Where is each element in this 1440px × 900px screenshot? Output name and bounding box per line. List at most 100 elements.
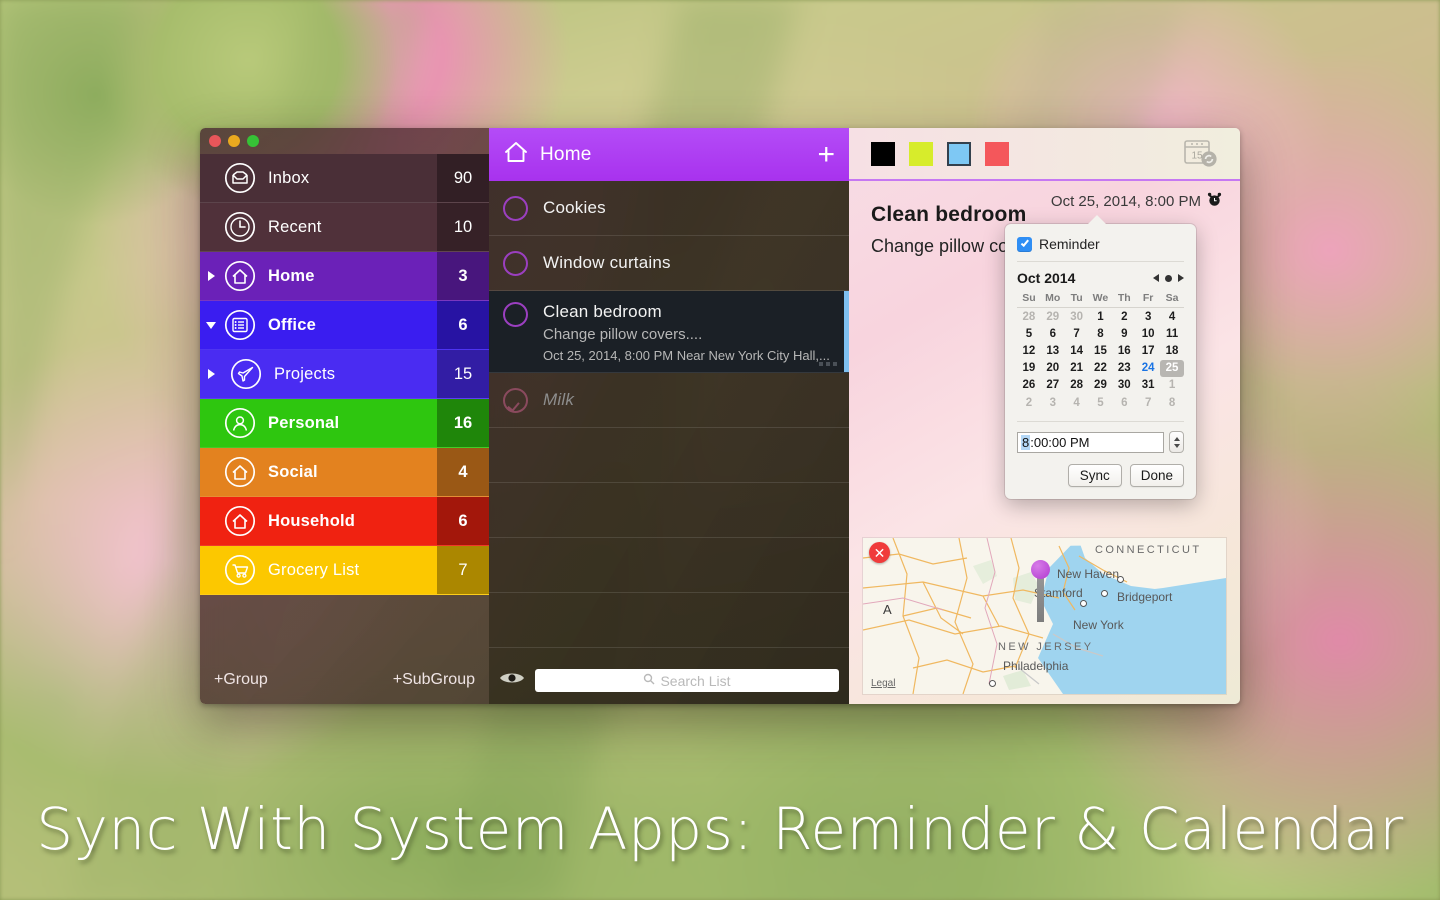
- today-dot-icon[interactable]: [1165, 274, 1172, 282]
- calendar-day[interactable]: 9: [1112, 325, 1136, 342]
- calendar-grid[interactable]: Su Mo Tu We Th Fr Sa 28 29 30 1 2 3 4 5 6 7 8 9 10 11 12 13 14…: [1017, 291, 1184, 411]
- calendar-day[interactable]: 28: [1017, 308, 1041, 326]
- eye-icon[interactable]: [499, 670, 525, 691]
- calendar-day[interactable]: 20: [1041, 360, 1065, 377]
- calendar-day[interactable]: 2: [1017, 394, 1041, 411]
- calendar-day[interactable]: 14: [1065, 342, 1089, 359]
- calendar-sync-icon[interactable]: 15: [1184, 139, 1218, 169]
- stepper-down-icon[interactable]: [1173, 443, 1180, 448]
- reminder-checkbox[interactable]: [1017, 236, 1032, 252]
- calendar-day[interactable]: 15: [1089, 342, 1113, 359]
- maximize-window-button[interactable]: [247, 135, 259, 147]
- sidebar-item-office[interactable]: Office 6: [200, 301, 489, 350]
- minimize-window-button[interactable]: [228, 135, 240, 147]
- color-swatch-red[interactable]: [985, 141, 1009, 166]
- calendar-day[interactable]: 19: [1017, 360, 1041, 377]
- task-overflow-dots-icon[interactable]: [819, 362, 837, 366]
- calendar-day[interactable]: 17: [1136, 342, 1160, 359]
- calendar-day[interactable]: 30: [1112, 377, 1136, 394]
- calendar-day[interactable]: 26: [1017, 377, 1041, 394]
- calendar-day[interactable]: 4: [1065, 394, 1089, 411]
- empty-task-row[interactable]: [489, 428, 849, 483]
- calendar-day[interactable]: 8: [1089, 325, 1113, 342]
- calendar-day[interactable]: 11: [1160, 325, 1184, 342]
- search-input[interactable]: Search List: [535, 669, 839, 692]
- calendar-day[interactable]: 2: [1112, 308, 1136, 326]
- add-task-button[interactable]: +: [817, 139, 835, 170]
- calendar-day[interactable]: 7: [1136, 394, 1160, 411]
- color-swatch-yellow[interactable]: [909, 141, 933, 166]
- calendar-day[interactable]: 12: [1017, 342, 1041, 359]
- calendar-day[interactable]: 18: [1160, 342, 1184, 359]
- calendar-day[interactable]: 28: [1065, 377, 1089, 394]
- sidebar-item-grocery-list[interactable]: Grocery List 7: [200, 546, 489, 595]
- task-checked-icon[interactable]: [503, 387, 528, 413]
- time-stepper[interactable]: [1169, 431, 1184, 454]
- calendar-day[interactable]: 5: [1017, 325, 1041, 342]
- time-hour-segment[interactable]: 8: [1021, 434, 1031, 450]
- calendar-day[interactable]: 29: [1041, 308, 1065, 326]
- calendar-day-today[interactable]: 24: [1136, 360, 1160, 377]
- calendar-day[interactable]: 6: [1041, 325, 1065, 342]
- task-row[interactable]: Milk: [489, 373, 849, 428]
- sidebar-item-inbox[interactable]: Inbox 90: [200, 154, 489, 203]
- task-checkbox-icon[interactable]: [503, 250, 528, 276]
- task-row[interactable]: Clean bedroom Change pillow covers.... Oct…: [489, 291, 849, 373]
- task-row[interactable]: Cookies: [489, 181, 849, 236]
- empty-task-row[interactable]: [489, 593, 849, 648]
- map-legal-link[interactable]: Legal: [871, 678, 895, 689]
- sidebar-item-projects[interactable]: Projects 15: [200, 350, 489, 399]
- calendar-day[interactable]: 16: [1112, 342, 1136, 359]
- done-button[interactable]: Done: [1129, 464, 1184, 488]
- calendar-day[interactable]: 31: [1136, 377, 1160, 394]
- calendar-day[interactable]: 5: [1089, 394, 1113, 411]
- calendar-day[interactable]: 22: [1089, 360, 1113, 377]
- calendar-day[interactable]: 1: [1160, 377, 1184, 394]
- calendar-day[interactable]: 30: [1065, 308, 1089, 326]
- add-group-button[interactable]: +Group: [214, 671, 268, 689]
- reminder-toggle-row[interactable]: Reminder: [1017, 234, 1184, 262]
- sidebar-item-personal[interactable]: Personal 16: [200, 399, 489, 448]
- color-swatch-black[interactable]: [871, 141, 895, 166]
- empty-task-row[interactable]: [489, 538, 849, 593]
- task-checkbox-icon[interactable]: [503, 195, 528, 221]
- calendar-day[interactable]: 4: [1160, 308, 1184, 326]
- calendar-day[interactable]: 3: [1041, 394, 1065, 411]
- close-window-button[interactable]: [209, 135, 221, 147]
- person-icon: [224, 407, 256, 439]
- calendar-day[interactable]: 1: [1089, 308, 1113, 326]
- chevron-down-icon[interactable]: [200, 321, 222, 329]
- close-icon[interactable]: ✕: [869, 542, 890, 563]
- stepper-up-icon[interactable]: [1173, 436, 1180, 441]
- sidebar-item-home[interactable]: Home 3: [200, 252, 489, 301]
- calendar-day-selected[interactable]: 25: [1160, 359, 1184, 377]
- map-preview[interactable]: ✕ A CONNECTICUT New Haven Stamford Bridgepo…: [863, 538, 1226, 694]
- time-input[interactable]: 8:00:00 PM: [1017, 431, 1164, 453]
- calendar-day[interactable]: 6: [1112, 394, 1136, 411]
- chevron-right-icon[interactable]: [200, 271, 222, 281]
- color-swatch-blue[interactable]: [947, 141, 971, 166]
- task-checkbox-icon[interactable]: [503, 302, 528, 327]
- calendar-day[interactable]: 13: [1041, 342, 1065, 359]
- calendar-day[interactable]: 29: [1089, 377, 1113, 394]
- calendar-day[interactable]: 21: [1065, 360, 1089, 377]
- prev-month-arrow-icon[interactable]: [1153, 274, 1159, 282]
- time-rest-segment[interactable]: :00:00 PM: [1030, 435, 1089, 450]
- sidebar-item-social[interactable]: Social 4: [200, 448, 489, 497]
- empty-task-row[interactable]: [489, 483, 849, 538]
- calendar-day[interactable]: 8: [1160, 394, 1184, 411]
- sidebar-item-recent[interactable]: Recent 10: [200, 203, 489, 252]
- add-subgroup-button[interactable]: +SubGroup: [393, 671, 475, 689]
- chevron-right-icon[interactable]: [200, 369, 222, 379]
- sync-button[interactable]: Sync: [1067, 464, 1122, 488]
- calendar-day[interactable]: 3: [1136, 308, 1160, 326]
- calendar-day[interactable]: 27: [1041, 377, 1065, 394]
- calendar-day[interactable]: 23: [1112, 360, 1136, 377]
- reminder-timestamp: Oct 25, 2014, 8:00 PM: [1051, 192, 1222, 211]
- task-row[interactable]: Window curtains: [489, 236, 849, 291]
- next-month-arrow-icon[interactable]: [1178, 274, 1184, 282]
- sidebar-item-household[interactable]: Household 6: [200, 497, 489, 546]
- calendar-day[interactable]: 7: [1065, 325, 1089, 342]
- calendar-day[interactable]: 10: [1136, 325, 1160, 342]
- sidebar-empty-area: [200, 595, 489, 656]
